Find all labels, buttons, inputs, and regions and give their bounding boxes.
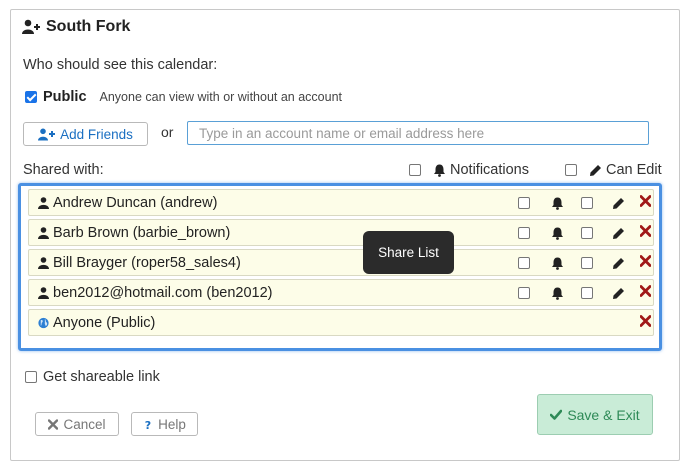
add-users-icon	[38, 128, 56, 140]
pencil-icon	[590, 164, 601, 176]
calendar-title-text: South Fork	[46, 18, 131, 35]
notifications-checkbox[interactable]	[518, 197, 530, 209]
notifications-header-label: Notifications	[450, 162, 529, 178]
help-button[interactable]: ? Help	[131, 412, 198, 436]
bell-icon	[552, 227, 563, 240]
notifications-checkbox[interactable]	[518, 257, 530, 269]
public-option: Public Anyone can view with or without a…	[25, 89, 342, 105]
bell-icon	[552, 287, 563, 300]
notifications-checkbox[interactable]	[518, 227, 530, 239]
public-description: Anyone can view with or without an accou…	[99, 90, 343, 104]
user-icon	[38, 197, 49, 209]
delete-icon[interactable]	[640, 285, 651, 297]
visibility-prompt: Who should see this calendar:	[23, 57, 218, 73]
close-icon	[48, 418, 59, 430]
share-row-name: ben2012@hotmail.com (ben2012)	[38, 285, 272, 301]
help-label: Help	[158, 416, 186, 432]
user-icon	[38, 287, 49, 299]
shareable-link-checkbox[interactable]	[25, 371, 37, 383]
globe-icon	[38, 317, 49, 329]
share-row-label: ben2012@hotmail.com (ben2012)	[53, 285, 273, 301]
notifications-checkbox[interactable]	[518, 287, 530, 299]
user-icon	[38, 257, 49, 269]
delete-icon[interactable]	[640, 225, 651, 237]
cancel-label: Cancel	[63, 416, 106, 432]
share-row-name: Barb Brown (barbie_brown)	[38, 225, 230, 241]
calendar-title: South Fork	[22, 18, 130, 36]
notifications-header: Notifications	[409, 162, 529, 178]
share-row-label: Barb Brown (barbie_brown)	[53, 225, 231, 241]
share-row: Barb Brown (barbie_brown)	[28, 219, 654, 246]
add-user-icon	[22, 19, 40, 34]
share-row-name: Bill Brayger (roper58_sales4)	[38, 255, 241, 271]
share-row: Bill Brayger (roper58_sales4)	[28, 249, 654, 276]
can-edit-checkbox[interactable]	[581, 227, 593, 239]
bell-icon	[434, 164, 445, 177]
shareable-link-label: Get shareable link	[43, 369, 160, 385]
pencil-icon[interactable]	[612, 197, 625, 210]
account-search-input[interactable]	[187, 121, 649, 145]
share-row-label: Andrew Duncan (andrew)	[53, 195, 218, 211]
share-list-tooltip: Share List	[363, 231, 454, 274]
can-edit-checkbox[interactable]	[581, 257, 593, 269]
notifications-all-checkbox[interactable]	[409, 164, 421, 176]
delete-icon[interactable]	[640, 255, 651, 267]
can-edit-all-checkbox[interactable]	[565, 164, 577, 176]
delete-icon[interactable]	[640, 195, 651, 207]
shareable-link-option: Get shareable link	[25, 369, 160, 385]
user-icon	[38, 227, 49, 239]
svg-text:?: ?	[145, 419, 151, 430]
can-edit-checkbox[interactable]	[581, 287, 593, 299]
share-row: Andrew Duncan (andrew)	[28, 189, 654, 216]
can-edit-header-label: Can Edit	[606, 162, 662, 178]
share-row-name: Andrew Duncan (andrew)	[38, 195, 217, 211]
share-row-label: Anyone (Public)	[53, 315, 156, 331]
pencil-icon[interactable]	[612, 227, 625, 240]
can-edit-header: Can Edit	[565, 162, 662, 178]
save-exit-button[interactable]: Save & Exit	[537, 394, 653, 435]
public-checkbox[interactable]	[25, 91, 37, 103]
shared-with-label: Shared with:	[23, 162, 104, 178]
bell-icon	[552, 257, 563, 270]
add-friends-label: Add Friends	[60, 126, 133, 142]
question-icon: ?	[145, 419, 151, 430]
check-icon	[550, 409, 563, 420]
share-row-label: Bill Brayger (roper58_sales4)	[53, 255, 241, 271]
pencil-icon[interactable]	[612, 257, 625, 270]
share-row-public: Anyone (Public)	[28, 309, 654, 336]
pencil-icon[interactable]	[612, 287, 625, 300]
share-list: Andrew Duncan (andrew) Barb Brown (barbi…	[18, 183, 662, 351]
add-friends-button[interactable]: Add Friends	[23, 122, 148, 146]
or-label: or	[161, 124, 174, 140]
public-label: Public	[43, 89, 87, 105]
bell-icon	[552, 197, 563, 210]
save-exit-label: Save & Exit	[567, 406, 640, 423]
can-edit-checkbox[interactable]	[581, 197, 593, 209]
share-row: ben2012@hotmail.com (ben2012)	[28, 279, 654, 306]
cancel-button[interactable]: Cancel	[35, 412, 119, 436]
share-row-name: Anyone (Public)	[38, 315, 155, 331]
delete-icon[interactable]	[640, 315, 651, 327]
